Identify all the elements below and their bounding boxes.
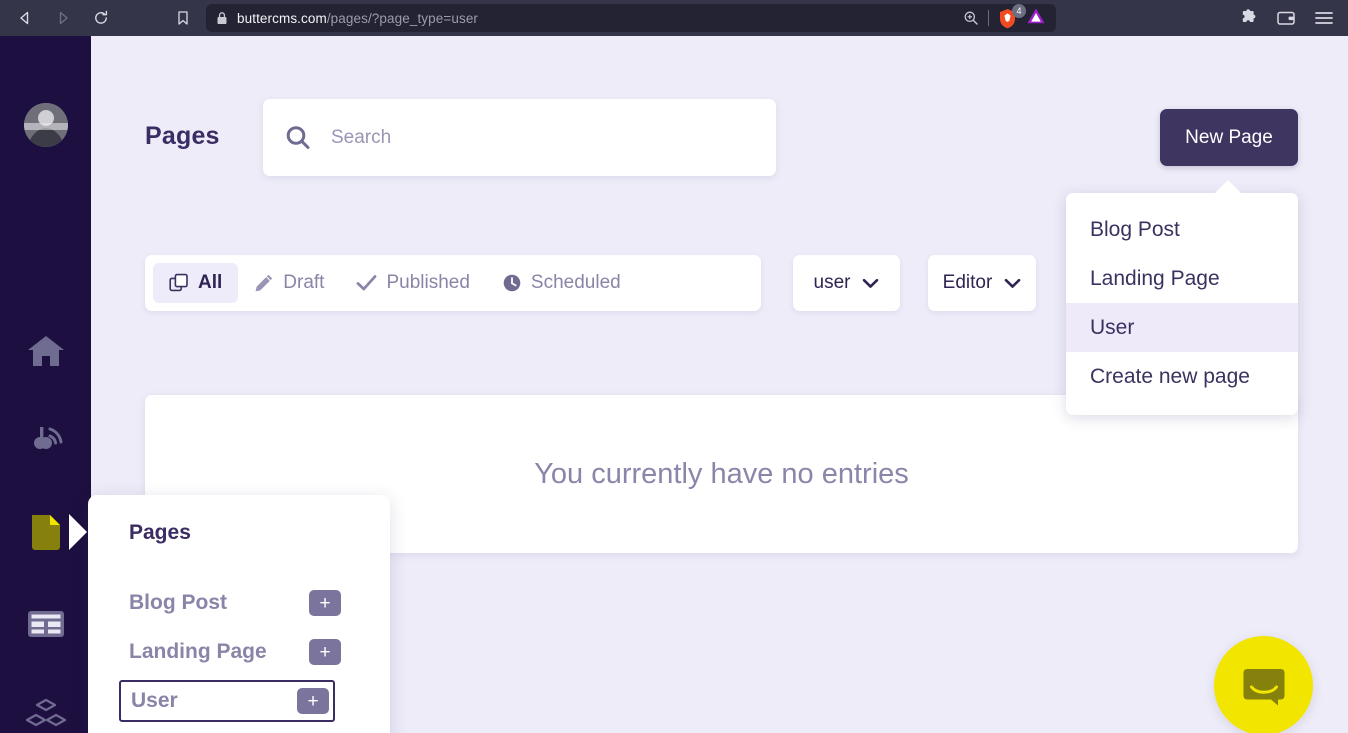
search-icon	[283, 123, 313, 153]
brave-shields-button[interactable]: 4	[998, 3, 1026, 29]
flyout-title: Pages	[129, 521, 191, 544]
intercom-chat-icon	[1243, 668, 1284, 705]
back-arrow-icon	[20, 11, 29, 25]
pages-flyout: Pages Blog Post + Landing Page + User +	[88, 495, 390, 733]
brave-rewards-icon	[1027, 8, 1045, 23]
flyout-item-label: Blog Post	[129, 591, 227, 614]
collections-table-icon	[27, 611, 64, 637]
tab-draft-label: Draft	[283, 272, 325, 293]
new-page-menu-item-landing-page[interactable]: Landing Page	[1066, 254, 1298, 303]
flyout-item-label: Landing Page	[129, 640, 267, 663]
role-select[interactable]: Editor	[928, 255, 1036, 311]
clock-icon	[503, 274, 521, 292]
chevron-down-icon	[863, 278, 879, 288]
brave-wallet-icon	[1277, 11, 1295, 25]
avatar[interactable]	[24, 103, 68, 147]
extensions-button[interactable]	[1234, 4, 1262, 32]
flyout-item-landing-page[interactable]: Landing Page +	[119, 631, 345, 673]
browser-nav-buttons	[0, 3, 116, 33]
check-icon	[357, 275, 377, 291]
url-domain: buttercms.com	[237, 10, 327, 26]
browser-toolbar: buttercms.com/pages/?page_type=user 4	[0, 0, 1348, 36]
address-bar-actions: 4	[963, 3, 1046, 30]
blog-rss-icon	[33, 427, 62, 449]
search-input[interactable]	[331, 126, 776, 149]
bookmark-button[interactable]	[168, 3, 198, 33]
filter-tabs: All Draft Published Scheduled	[145, 255, 761, 311]
sidebar-item-home[interactable]	[0, 323, 91, 379]
page-type-select-value: user	[813, 272, 851, 293]
tab-published-label: Published	[386, 272, 470, 293]
tab-draft[interactable]: Draft	[238, 263, 340, 303]
pencil-icon	[255, 274, 273, 292]
copy-stack-icon	[169, 273, 188, 292]
forward-button[interactable]	[48, 3, 78, 33]
add-blog-post-button[interactable]: +	[309, 590, 341, 616]
shield-badge-count: 4	[1012, 3, 1026, 18]
page-title: Pages	[145, 122, 220, 150]
tab-all-label: All	[198, 272, 223, 293]
sidebar-item-blog[interactable]	[0, 414, 91, 470]
reload-icon	[95, 10, 108, 24]
tab-scheduled[interactable]: Scheduled	[486, 263, 637, 303]
page-type-select[interactable]: user	[793, 255, 900, 311]
intercom-launcher-button[interactable]	[1214, 636, 1313, 733]
buttercms-app: Pages New Page Blog Post Landing Page Us…	[0, 36, 1348, 733]
flyout-item-label: User	[131, 689, 178, 712]
sidebar-rail	[0, 36, 91, 733]
flyout-arrow	[69, 514, 87, 550]
add-landing-page-button[interactable]: +	[309, 639, 341, 665]
new-page-menu: Blog Post Landing Page User Create new p…	[1066, 193, 1298, 415]
flyout-item-blog-post[interactable]: Blog Post +	[119, 582, 345, 624]
lock-icon	[216, 11, 228, 25]
brave-rewards-button[interactable]	[1026, 7, 1046, 30]
search-box[interactable]	[263, 99, 776, 176]
bookmark-icon	[178, 11, 188, 25]
url-path: /pages/?page_type=user	[326, 10, 479, 26]
sidebar-item-components[interactable]	[0, 687, 91, 733]
forward-arrow-icon	[59, 11, 68, 25]
tab-all[interactable]: All	[153, 263, 239, 303]
sidebar-item-collections[interactable]	[0, 596, 91, 652]
browser-actions	[1234, 4, 1348, 32]
components-blocks-icon	[25, 698, 66, 727]
tab-scheduled-label: Scheduled	[530, 272, 621, 293]
home-icon	[27, 336, 64, 366]
role-select-value: Editor	[942, 272, 993, 293]
reload-button[interactable]	[86, 3, 116, 33]
new-page-menu-item-blog-post[interactable]: Blog Post	[1066, 205, 1298, 254]
address-bar[interactable]: buttercms.com/pages/?page_type=user 4	[206, 3, 1056, 32]
pages-document-icon	[31, 515, 60, 550]
new-page-button[interactable]: New Page	[1160, 109, 1298, 166]
chevron-down-icon	[1005, 278, 1021, 288]
back-button[interactable]	[10, 3, 40, 33]
tab-published[interactable]: Published	[340, 263, 485, 303]
new-page-menu-arrow	[1214, 180, 1242, 194]
add-user-button[interactable]: +	[297, 688, 329, 714]
extensions-puzzle-icon	[1242, 8, 1255, 22]
hamburger-menu-icon	[1315, 12, 1333, 24]
browser-menu-button[interactable]	[1310, 4, 1338, 32]
wallet-button[interactable]	[1272, 4, 1300, 32]
new-page-menu-item-create-new-page[interactable]: Create new page	[1066, 352, 1298, 401]
new-page-menu-item-user[interactable]: User	[1066, 303, 1298, 352]
empty-state-message: You currently have no entries	[534, 457, 909, 490]
toolbar-divider	[988, 10, 989, 26]
zoom-indicator-icon[interactable]	[963, 10, 979, 26]
flyout-item-user[interactable]: User +	[119, 680, 335, 722]
url-text: buttercms.com/pages/?page_type=user	[237, 11, 478, 26]
